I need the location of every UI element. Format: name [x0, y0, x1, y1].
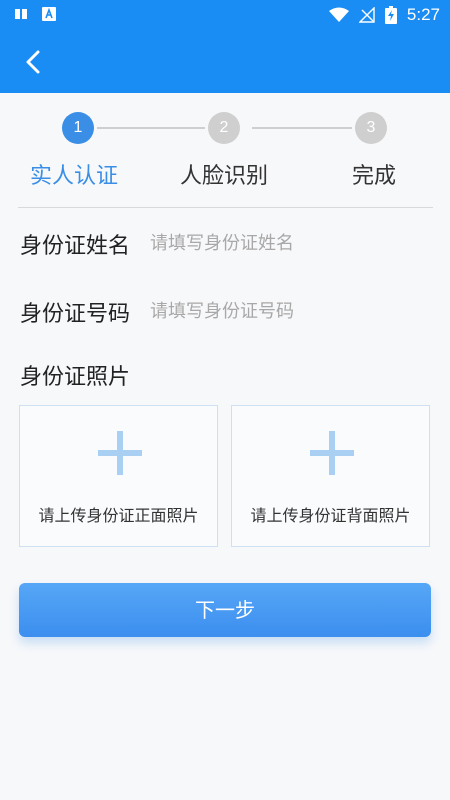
- id-photo-label: 身份证照片: [20, 365, 131, 390]
- step-indicator: 1 2 3 实人认证 人脸识别 完成: [0, 93, 450, 208]
- step-3-label: 完成: [352, 164, 397, 189]
- plus-icon: [310, 431, 354, 475]
- notification-a-icon: [42, 7, 56, 21]
- wifi-icon: [328, 7, 349, 22]
- divider: [18, 207, 433, 208]
- status-bar: 5:27: [0, 0, 450, 30]
- app-bar: [0, 30, 450, 93]
- step-3-circle: 3: [355, 112, 387, 144]
- step-connector-2: [252, 127, 352, 129]
- id-name-input[interactable]: [150, 226, 430, 260]
- step-1-circle: 1: [62, 112, 94, 144]
- id-name-label: 身份证姓名: [20, 234, 131, 259]
- step-2-label: 人脸识别: [180, 164, 269, 189]
- battery-charging-icon: [384, 6, 397, 24]
- id-number-label: 身份证号码: [20, 302, 131, 327]
- step-2-circle: 2: [208, 112, 240, 144]
- step-1-label: 实人认证: [30, 164, 119, 189]
- upload-front-label: 请上传身份证正面照片: [38, 506, 199, 525]
- status-bar-notifications: [14, 7, 56, 21]
- step-connector-1: [97, 127, 205, 129]
- status-time: 5:27: [406, 5, 440, 24]
- upload-front-button[interactable]: 请上传身份证正面照片: [19, 405, 218, 547]
- upload-back-button[interactable]: 请上传身份证背面照片: [231, 405, 430, 547]
- notification-book-icon: [15, 9, 27, 19]
- plus-icon: [98, 431, 142, 475]
- upload-back-label: 请上传身份证背面照片: [250, 506, 411, 525]
- signal-off-icon: [358, 7, 375, 23]
- id-number-input[interactable]: [150, 294, 430, 328]
- chevron-left-icon[interactable]: [18, 46, 50, 78]
- next-step-button[interactable]: 下一步: [19, 583, 431, 637]
- status-bar-system: 5:27: [328, 5, 440, 25]
